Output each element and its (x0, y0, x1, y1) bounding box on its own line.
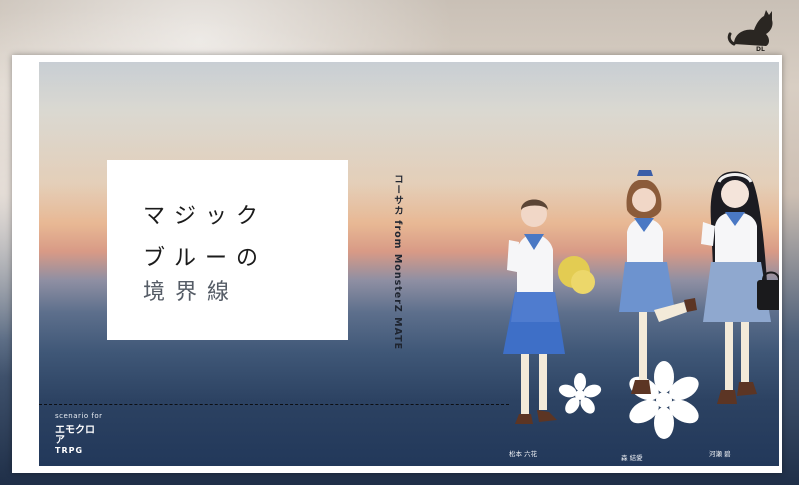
character-name-1: 松本 六花 (509, 450, 538, 458)
cat-icon: DL (727, 10, 773, 52)
character-3 (701, 171, 779, 404)
emoklore-logo: エモクロア TRPG (55, 426, 99, 455)
cover-image: マジック ブルーの 境界線 コーサカ from MonsterZ MATE sc… (39, 62, 779, 466)
character-1 (503, 199, 595, 424)
title-line-2: ブルーの (143, 246, 268, 271)
author-credit: コーサカ from MonsterZ MATE (392, 174, 403, 351)
title-line-1: マジック (143, 204, 268, 229)
dashed-divider (39, 404, 509, 405)
character-name-2: 森 結愛 (621, 454, 643, 462)
logo-text: DL (756, 46, 765, 52)
scenario-for-label: scenario for (55, 412, 103, 420)
characters-illustration (503, 170, 779, 424)
title-panel: マジック ブルーの 境界線 コーサカ from MonsterZ MATE (107, 160, 403, 350)
brand-line-1: エモクロア (55, 425, 95, 446)
title-line-3: 境界線 (143, 280, 240, 305)
character-name-3: 河瀬 碧 (709, 450, 731, 458)
brand-line-2: TRPG (55, 446, 84, 455)
school-bag (757, 280, 779, 310)
character-2 (619, 170, 697, 394)
